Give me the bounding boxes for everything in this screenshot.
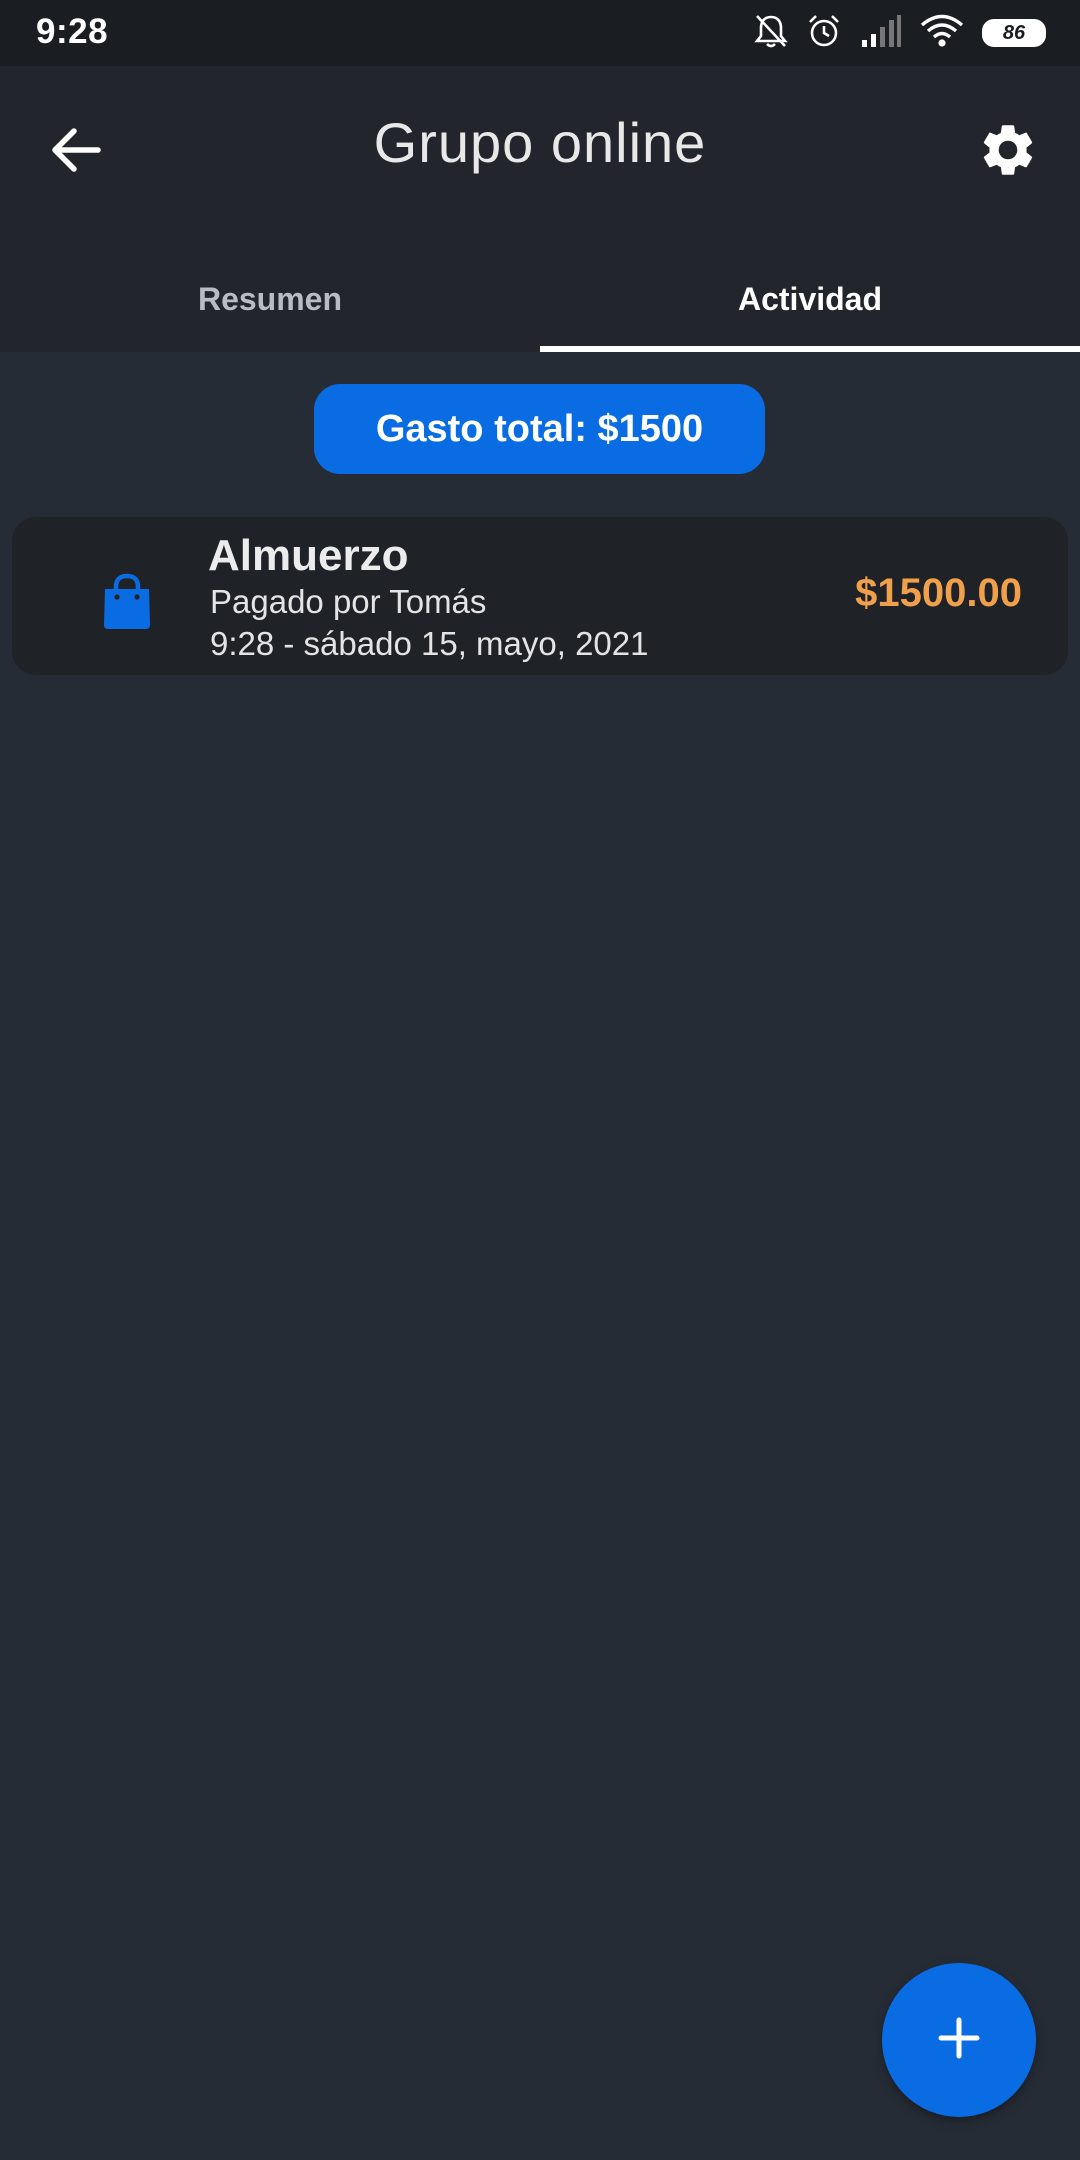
expense-datetime: 9:28 - sábado 15, mayo, 2021 [210, 625, 649, 662]
signal-icon [860, 14, 902, 53]
alarm-icon [806, 13, 842, 54]
expense-title: Almuerzo [208, 531, 409, 580]
settings-button[interactable] [970, 114, 1046, 190]
status-icons: 86 [754, 12, 1046, 54]
status-time: 9:28 [36, 12, 109, 51]
shopping-bag-icon [90, 565, 164, 639]
gear-icon [977, 119, 1039, 186]
page-title: Grupo online [373, 111, 707, 174]
wifi-icon [920, 14, 964, 53]
plus-icon [935, 2014, 983, 2067]
tab-indicator [540, 346, 1080, 352]
tab-actividad[interactable]: Actividad [540, 256, 1080, 352]
expense-list-item[interactable]: Almuerzo Pagado por Tomás 9:28 - sábado … [12, 517, 1068, 675]
add-expense-button[interactable] [882, 1963, 1036, 2117]
app-header: Grupo online Resumen Actividad [0, 66, 1080, 352]
total-expense-badge: Gasto total: $1500 [314, 384, 765, 474]
status-bar: 9:28 86 [0, 0, 1080, 66]
expense-amount: $1500.00 [855, 571, 1022, 615]
expense-payer: Pagado por Tomás [210, 583, 487, 620]
tab-resumen[interactable]: Resumen [0, 256, 540, 352]
battery-icon: 86 [982, 19, 1046, 47]
bell-off-icon [754, 13, 788, 54]
